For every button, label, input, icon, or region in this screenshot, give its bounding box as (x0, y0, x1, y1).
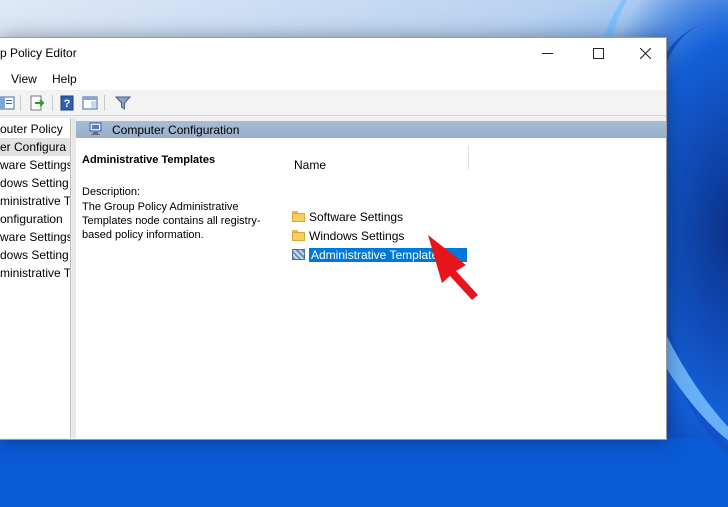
toolbar-separator (52, 95, 53, 111)
show-hide-pane-icon[interactable] (81, 94, 99, 112)
computer-icon (88, 122, 104, 141)
title-bar[interactable]: p Policy Editor (0, 38, 666, 68)
close-button[interactable] (622, 38, 668, 68)
group-policy-editor-window: p Policy Editor View Help ? outer Policy (0, 37, 667, 440)
tree-item-windows-settings[interactable]: dows Setting (0, 174, 69, 192)
back-forward-icon[interactable] (0, 94, 16, 112)
column-separator[interactable] (468, 146, 469, 170)
tree-item-software-settings[interactable]: ware Settings (0, 228, 70, 246)
toolbar-separator (20, 95, 21, 111)
minimize-icon (541, 52, 553, 54)
window-title: p Policy Editor (0, 46, 77, 60)
svg-text:?: ? (64, 98, 71, 110)
tree-item-computer-configuration[interactable]: er Configura (0, 138, 70, 156)
menu-view[interactable]: View (11, 72, 37, 86)
console-tree: outer Policy er Configura ware Settings … (0, 118, 71, 438)
filter-icon[interactable] (114, 94, 132, 112)
description-title: Administrative Templates (82, 154, 216, 166)
tree-item-windows-settings[interactable]: dows Setting (0, 246, 69, 264)
tree-item-software-settings[interactable]: ware Settings (0, 156, 70, 174)
list-item-windows-settings[interactable]: Windows Settings (292, 227, 404, 244)
export-list-icon[interactable] (28, 94, 46, 112)
description-text: The Group Policy Administrative Template… (82, 201, 261, 241)
folder-icon (292, 230, 305, 241)
column-header-name[interactable]: Name (294, 158, 326, 172)
minimize-button[interactable] (524, 38, 570, 68)
admin-templates-icon (292, 249, 305, 260)
maximize-button[interactable] (575, 38, 621, 68)
list-item-label: Windows Settings (309, 228, 405, 243)
tree-item-user-configuration[interactable]: onfiguration (0, 210, 63, 228)
help-icon[interactable]: ? (58, 94, 76, 112)
list-item-label: Software Settings (309, 209, 404, 224)
toolbar-separator (104, 95, 105, 111)
maximize-icon (592, 47, 604, 59)
folder-icon (292, 211, 305, 222)
menu-bar: View Help (0, 68, 666, 90)
tree-item-administrative-templates[interactable]: ministrative Te (0, 192, 70, 210)
toolbar: ? (0, 91, 666, 116)
tree-item-administrative-templates[interactable]: ministrative Te (0, 264, 70, 282)
close-icon (639, 47, 651, 59)
menu-help[interactable]: Help (52, 72, 77, 86)
description-label: Description: (82, 186, 141, 198)
annotation-arrow-icon (428, 235, 478, 300)
pane-header: Computer Configuration (76, 121, 666, 138)
pane-header-title: Computer Configuration (112, 123, 240, 137)
tree-item-computer-policy[interactable]: outer Policy (0, 120, 63, 138)
list-item-software-settings[interactable]: Software Settings (292, 208, 403, 225)
details-pane: Computer Configuration Administrative Te… (76, 121, 666, 439)
